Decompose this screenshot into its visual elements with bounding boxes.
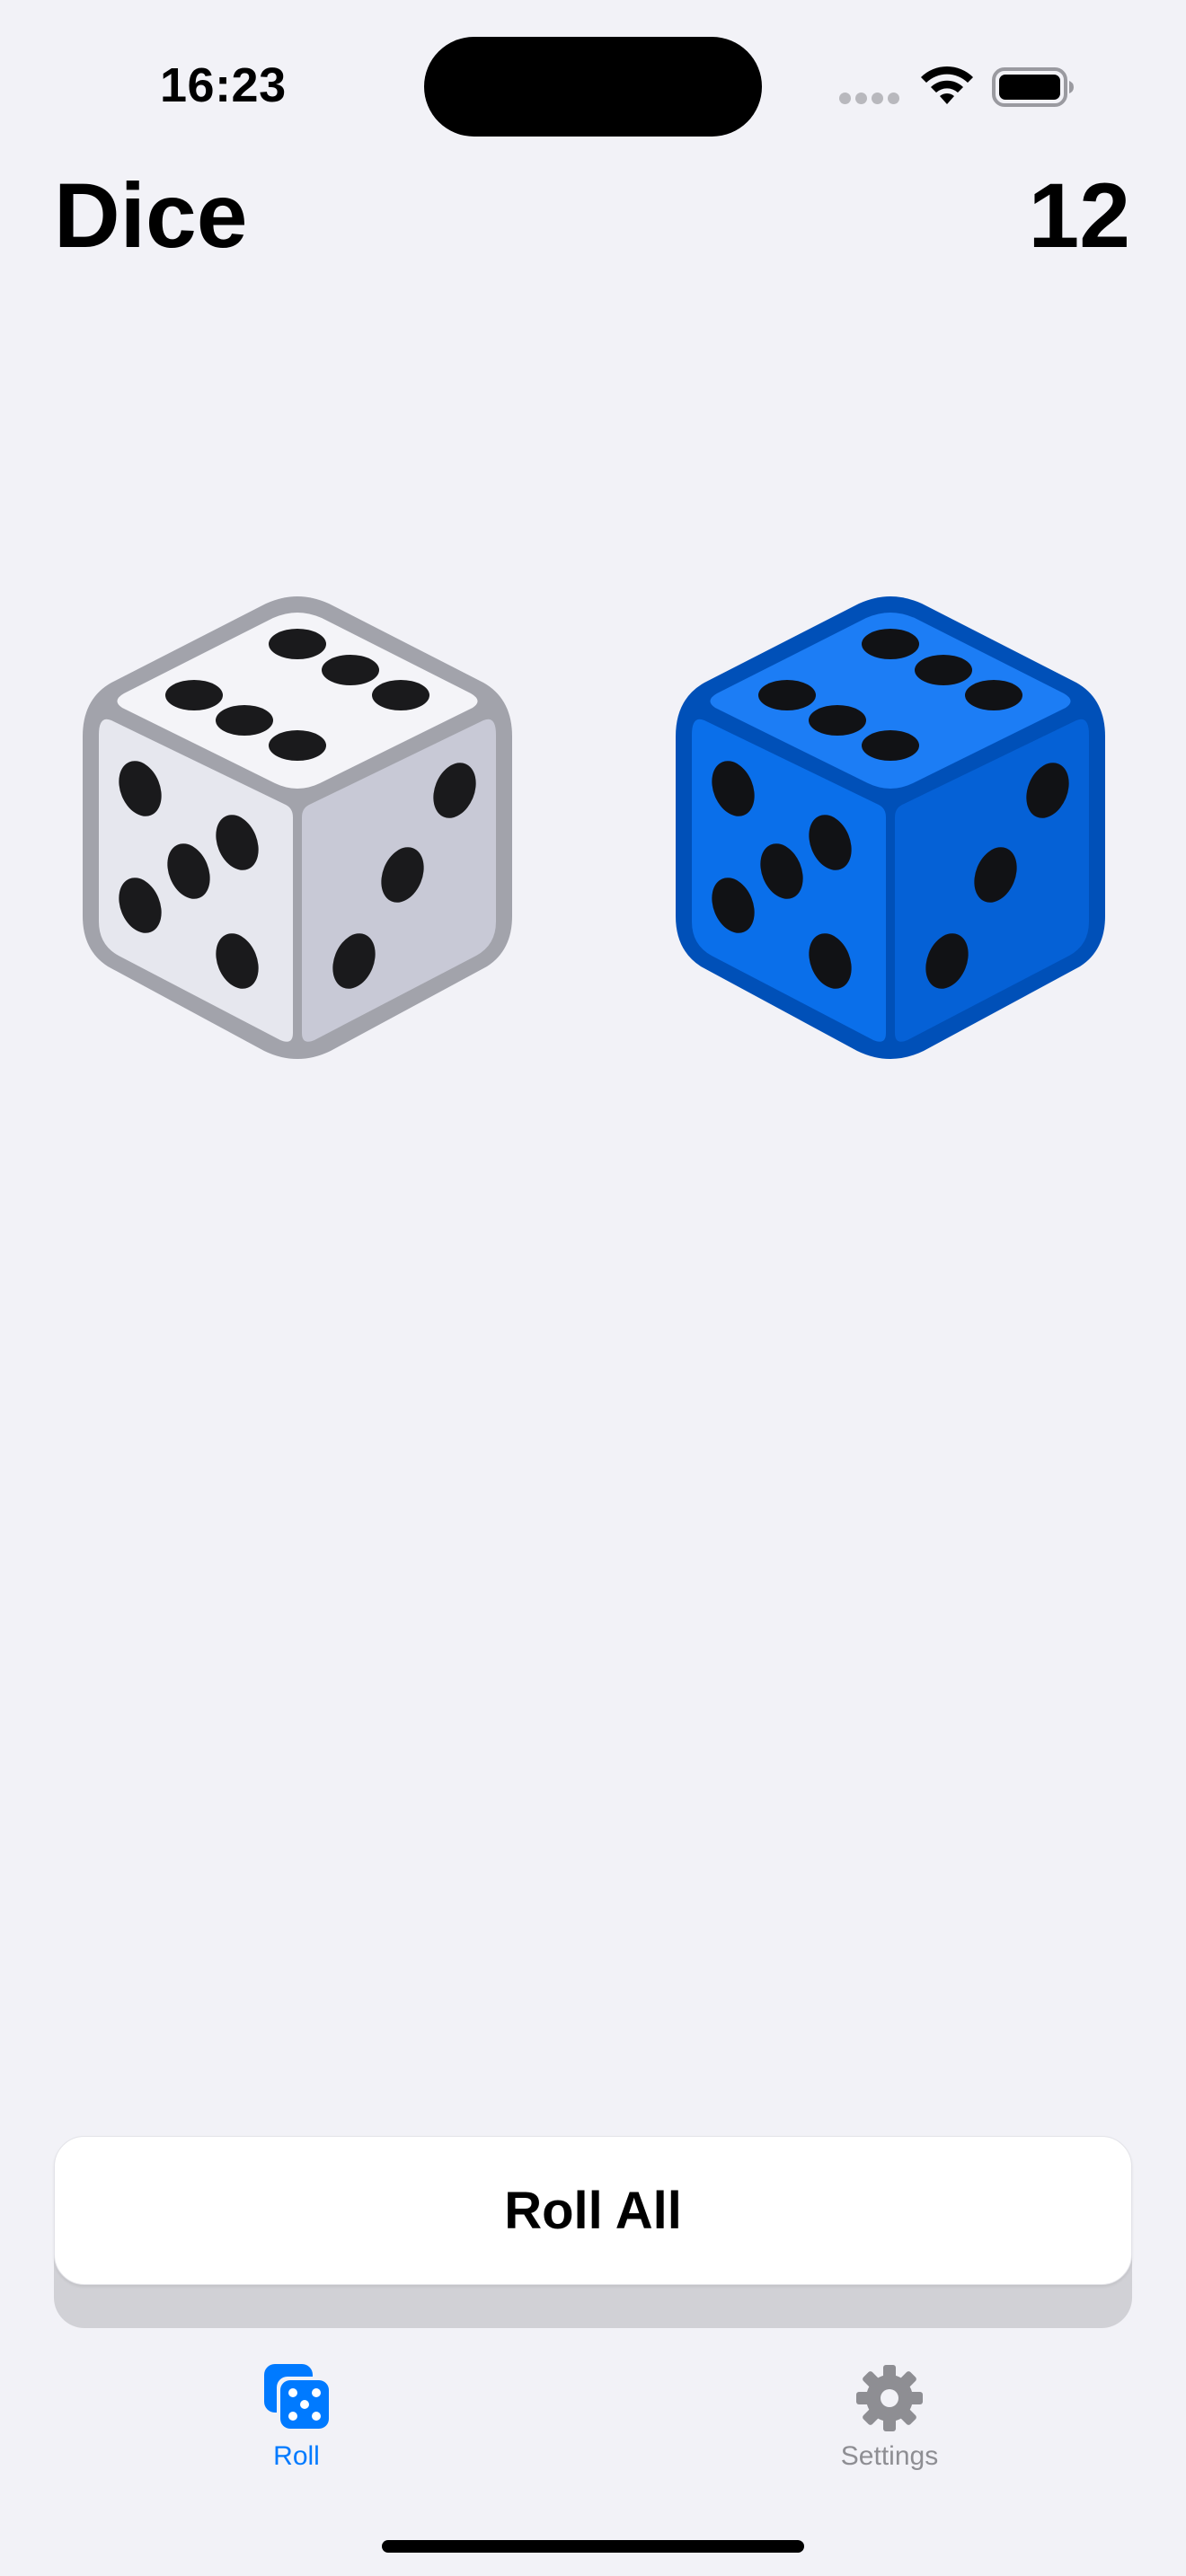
wifi-icon [921,66,973,104]
roll-all-button[interactable]: Roll All [54,2136,1132,2285]
page-title: Dice [54,164,248,267]
cellular-signal-icon [839,93,900,105]
dice-total: 12 [1028,164,1130,267]
battery-icon [992,67,1074,107]
white-die[interactable] [77,593,518,1060]
tab-settings[interactable]: Settings [782,2362,997,2488]
dynamic-island [424,37,762,137]
tab-settings-label: Settings [840,2441,939,2471]
dice-icon [264,2364,329,2429]
blue-die[interactable] [670,593,1111,1060]
tab-roll-label: Roll [273,2441,320,2471]
gear-icon [856,2365,923,2431]
home-indicator[interactable] [382,2540,804,2553]
tab-roll[interactable]: Roll [189,2362,404,2488]
status-time: 16:23 [160,58,287,112]
